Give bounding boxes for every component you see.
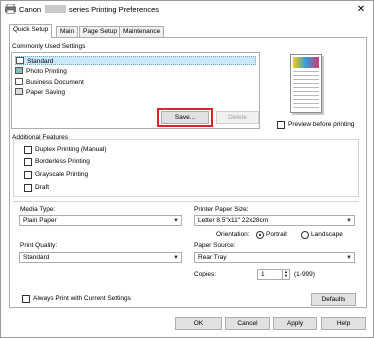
- printer-paper-size-label: Printer Paper Size:: [194, 206, 249, 213]
- media-type-label: Media Type:: [20, 206, 56, 213]
- draft-label: Draft: [35, 184, 50, 191]
- document-icon: [15, 78, 23, 85]
- always-print-checkbox[interactable]: [22, 295, 30, 303]
- media-type-select[interactable]: Plain Paper ▼: [19, 215, 182, 226]
- list-item-business-document[interactable]: Business Document: [15, 78, 84, 87]
- list-item-label: Standard: [27, 58, 54, 65]
- ok-button[interactable]: OK: [175, 317, 222, 330]
- document-icon: [16, 57, 24, 64]
- borderless-printing-checkbox[interactable]: [24, 158, 32, 166]
- paper-preview-image: [290, 54, 322, 113]
- list-item-label: Photo Printing: [26, 68, 67, 75]
- tab-quick-setup[interactable]: Quick Setup: [9, 24, 53, 38]
- grayscale-printing-checkbox[interactable]: [24, 171, 32, 179]
- printing-preferences-window: Canon series Printing Preferences ✕ Quic…: [0, 0, 374, 338]
- landscape-label: Landscape: [311, 231, 343, 238]
- delete-button[interactable]: Delete: [216, 111, 259, 124]
- grayscale-printing-label: Grayscale Printing: [35, 171, 89, 178]
- orientation-label: Orientation:: [216, 231, 250, 238]
- portrait-radio[interactable]: [256, 231, 264, 239]
- paper-size-select[interactable]: Letter 8.5"x11" 22x28cm ▼: [194, 215, 355, 226]
- window-title-prefix: Canon: [19, 5, 42, 14]
- borderless-printing-label: Borderless Printing: [35, 158, 90, 165]
- title-bar: Canon series Printing Preferences ✕: [1, 1, 373, 18]
- help-button[interactable]: Help: [321, 317, 366, 330]
- preview-before-printing-checkbox[interactable]: [277, 121, 285, 129]
- printer-icon: [5, 4, 16, 14]
- list-item-label: Paper Saving: [26, 89, 66, 96]
- paper-size-value: Letter 8.5"x11" 22x28cm: [198, 217, 269, 224]
- cancel-button[interactable]: Cancel: [225, 317, 270, 330]
- always-print-label: Always Print with Current Settings: [33, 295, 131, 302]
- spin-arrows-icon[interactable]: ▲ ▼: [282, 270, 289, 279]
- copies-range: (1-999): [294, 271, 315, 278]
- print-quality-value: Standard: [23, 254, 50, 261]
- media-type-value: Plain Paper: [23, 217, 57, 224]
- list-item-paper-saving[interactable]: Paper Saving: [15, 88, 65, 97]
- print-quality-select[interactable]: Standard ▼: [19, 252, 182, 263]
- tab-main[interactable]: Main: [56, 26, 79, 37]
- chevron-down-icon: ▼: [173, 218, 179, 224]
- draft-checkbox[interactable]: [24, 184, 32, 192]
- chevron-down-icon: ▼: [346, 218, 352, 224]
- copies-stepper[interactable]: 1 ▲ ▼: [257, 269, 290, 280]
- copies-value: 1: [261, 271, 265, 278]
- chevron-down-icon: ▼: [346, 255, 352, 261]
- print-quality-label: Print Quality:: [20, 242, 58, 249]
- preview-before-printing-label: Preview before printing: [288, 121, 355, 128]
- chevron-down-icon: ▼: [173, 255, 179, 261]
- close-button[interactable]: ✕: [354, 3, 368, 16]
- list-item-label: Business Document: [26, 79, 84, 86]
- window-title: series Printing Preferences: [69, 5, 160, 14]
- photo-icon: [15, 67, 23, 74]
- tab-maintenance[interactable]: Maintenance: [119, 26, 165, 37]
- commonly-used-settings-label: Commonly Used Settings: [12, 43, 86, 50]
- duplex-printing-label: Duplex Printing (Manual): [35, 146, 107, 153]
- defaults-button[interactable]: Defaults: [311, 293, 356, 306]
- landscape-radio[interactable]: [301, 231, 309, 239]
- paper-source-select[interactable]: Rear Tray ▼: [194, 252, 355, 263]
- portrait-label: Portrait: [266, 231, 287, 238]
- paper-source-value: Rear Tray: [198, 254, 227, 261]
- redacted-model-name: [45, 5, 66, 13]
- tab-page-setup[interactable]: Page Setup: [79, 26, 121, 37]
- paper-source-label: Paper Source:: [194, 242, 236, 249]
- copies-label: Copies:: [194, 271, 217, 278]
- divider: [13, 201, 359, 202]
- list-item-standard[interactable]: Standard: [15, 56, 256, 65]
- duplex-printing-checkbox[interactable]: [24, 146, 32, 154]
- apply-button[interactable]: Apply: [273, 317, 317, 330]
- paper-saving-icon: [15, 88, 23, 95]
- list-item-photo-printing[interactable]: Photo Printing: [15, 67, 67, 76]
- save-button-highlight: [157, 108, 213, 127]
